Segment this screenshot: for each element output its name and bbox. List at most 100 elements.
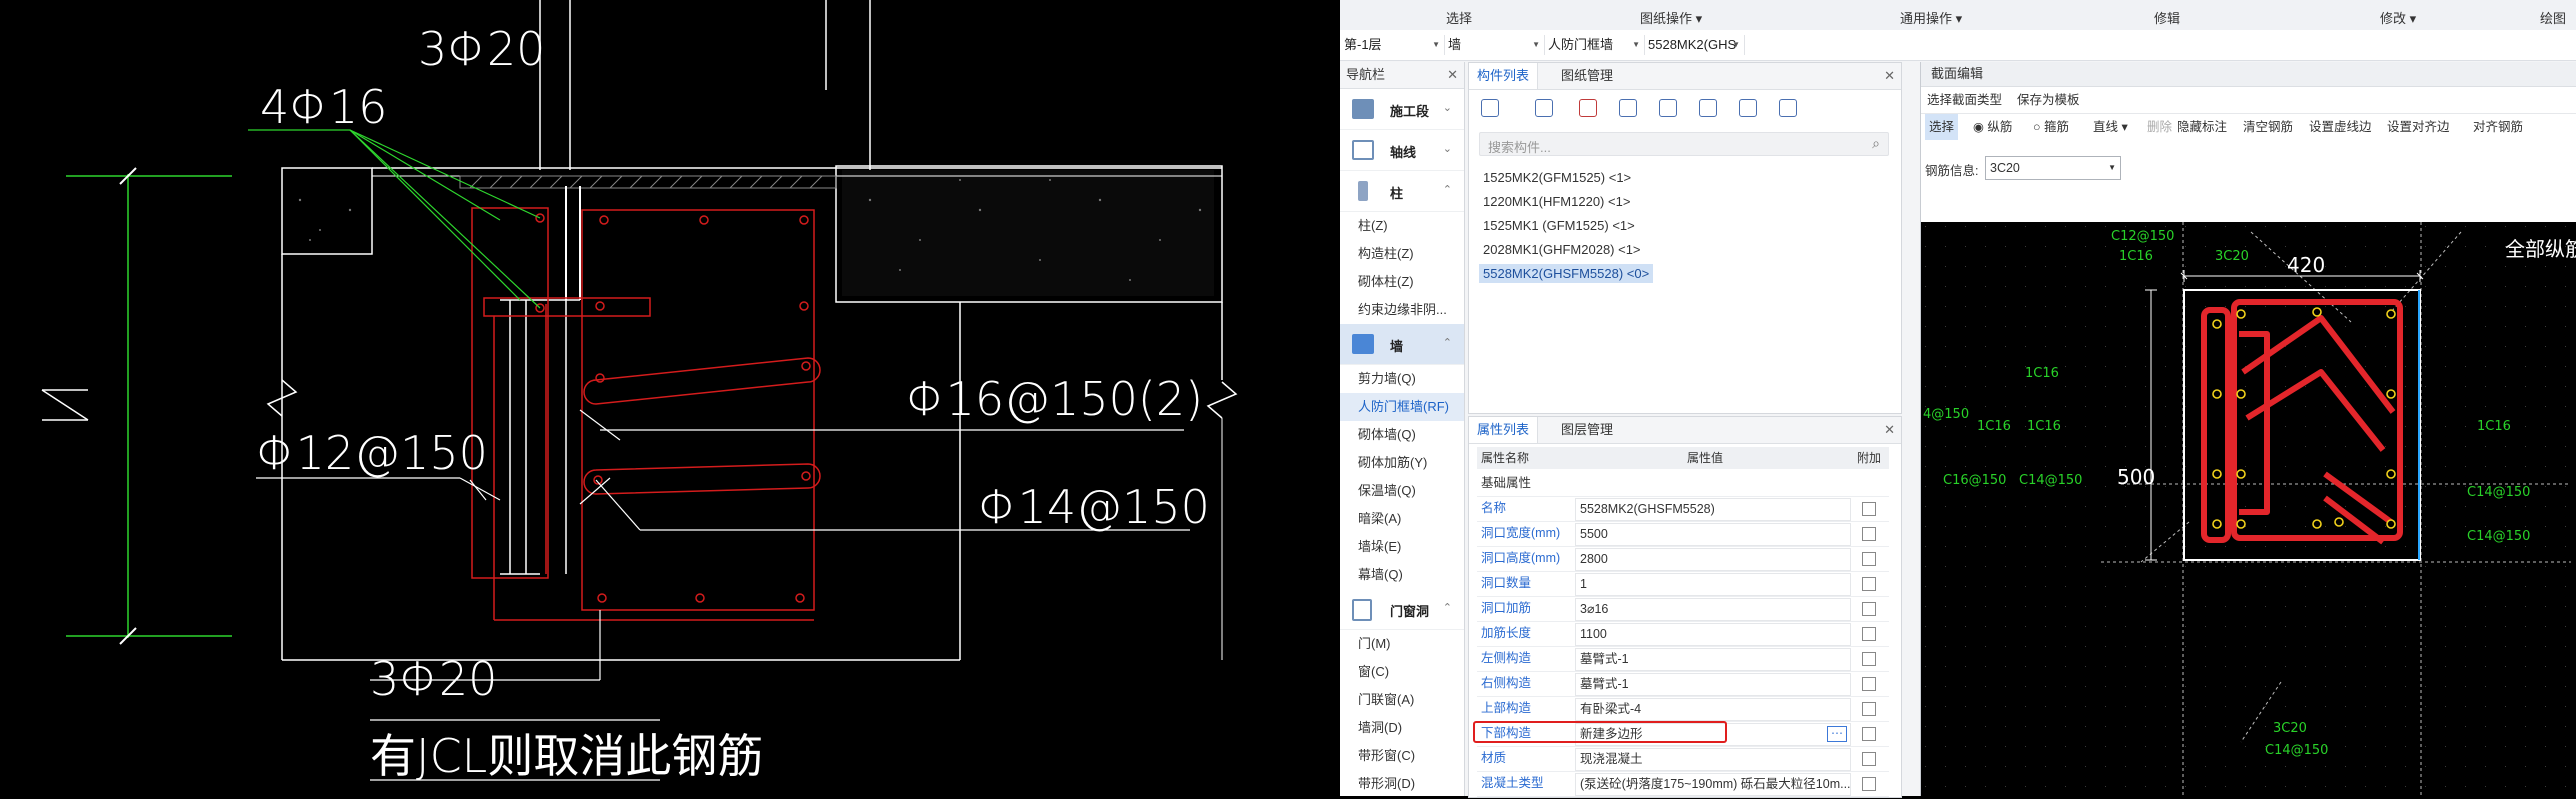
nav-group-construction-stage[interactable]: 施工段 ⌄: [1340, 89, 1464, 130]
nav-item-strip-window[interactable]: 带形窗(C): [1340, 742, 1464, 770]
nav-item-insulation-wall[interactable]: 保温墙(Q): [1340, 477, 1464, 505]
subtype-select[interactable]: 人防门框墙 ▼: [1544, 35, 1645, 55]
save-as-template-button[interactable]: 保存为模板: [2017, 87, 2080, 113]
property-row[interactable]: 材质 现浇混凝土: [1477, 746, 1889, 772]
ribbon-draw[interactable]: 绘图: [2540, 8, 2566, 27]
attach-checkbox[interactable]: [1862, 752, 1876, 766]
set-align-edge-button[interactable]: 设置对齐边: [2387, 114, 2450, 140]
ribbon-drawing-ops[interactable]: 图纸操作 ▾: [1640, 8, 1702, 27]
property-row[interactable]: 下部构造 新建多边形 ⋯: [1473, 721, 1889, 747]
component-select[interactable]: 5528MK2(GHS ▼: [1644, 35, 1745, 55]
property-value-field[interactable]: 现浇混凝土: [1575, 748, 1851, 771]
property-row[interactable]: 右侧构造 墓臂式-1: [1477, 671, 1889, 697]
align-rebar-button[interactable]: 对齐钢筋: [2473, 114, 2523, 140]
property-value-field[interactable]: 5500: [1575, 523, 1851, 546]
cad-drawing-area[interactable]: 3Φ20 4Φ16 Φ16@150(2) Φ12@150 Φ14@150 3Φ2…: [0, 0, 1340, 796]
property-row[interactable]: 加筋长度 1100: [1477, 621, 1889, 647]
property-value-field[interactable]: 墓臂式-1: [1575, 648, 1851, 671]
rebar-info-select[interactable]: 3C20 ▼: [1985, 156, 2121, 180]
list-item[interactable]: 2028MK1(GHFM2028) <1>: [1479, 238, 1889, 262]
duplicate-floor-icon[interactable]: [1619, 99, 1637, 117]
close-icon[interactable]: ✕: [1884, 68, 1895, 84]
nav-item-masonry-wall[interactable]: 砌体墙(Q): [1340, 421, 1464, 449]
attach-checkbox[interactable]: [1862, 652, 1876, 666]
property-row[interactable]: 洞口高度(mm) 2800: [1477, 546, 1889, 572]
line-tool-button[interactable]: 直线 ▾: [2093, 114, 2128, 140]
attach-checkbox[interactable]: [1862, 777, 1876, 791]
property-row[interactable]: 名称 5528MK2(GHSFM5528): [1477, 496, 1889, 522]
copy-component-icon[interactable]: [1535, 99, 1553, 117]
section-canvas[interactable]: C12@150 1C16 3C20 1C16 1C16 1C16 1C16 C1…: [1921, 222, 2576, 796]
nav-item-column[interactable]: 柱(Z): [1340, 212, 1464, 240]
property-value-field[interactable]: 3⌀16: [1575, 598, 1851, 621]
floor-select[interactable]: 第-1层 ▼: [1340, 35, 1445, 55]
floor-copy-icon[interactable]: [1659, 99, 1677, 117]
property-row[interactable]: 混凝土类型 (泵送砼(坍落度175~190mm) 砾石最大粒径10m...: [1477, 771, 1889, 797]
tab-property-list[interactable]: 属性列表: [1469, 417, 1539, 443]
property-value-field[interactable]: 墓臂式-1: [1575, 673, 1851, 696]
list-item-selected[interactable]: 5528MK2(GHSFM5528) <0>: [1479, 262, 1889, 286]
nav-item-door[interactable]: 门(M): [1340, 630, 1464, 658]
select-tool-button[interactable]: 选择: [1925, 114, 1959, 140]
nav-item-masonry-column[interactable]: 砌体柱(Z): [1340, 268, 1464, 296]
clear-rebar-button[interactable]: 清空钢筋: [2243, 114, 2293, 140]
property-value-field[interactable]: 1: [1575, 573, 1851, 596]
select-section-type-button[interactable]: 选择截面类型: [1927, 87, 2002, 113]
nav-group-column[interactable]: 柱 ⌃: [1340, 171, 1464, 212]
attach-checkbox[interactable]: [1862, 702, 1876, 716]
attach-checkbox[interactable]: [1862, 502, 1876, 516]
close-icon[interactable]: ✕: [1447, 62, 1458, 88]
type-select[interactable]: 墙 ▼: [1444, 35, 1545, 55]
property-row[interactable]: 左侧构造 墓臂式-1: [1477, 646, 1889, 672]
nav-item-constraint-edge[interactable]: 约束边缘非阴...: [1340, 296, 1464, 324]
tab-component-list[interactable]: 构件列表: [1469, 63, 1539, 89]
radio-stirrup[interactable]: ○ 箍筋: [2033, 114, 2069, 140]
property-row[interactable]: 上部构造 有卧梁式-4: [1477, 696, 1889, 722]
filter-icon[interactable]: [1739, 99, 1757, 117]
attach-checkbox[interactable]: [1862, 627, 1876, 641]
nav-item-curtain-wall[interactable]: 幕墙(Q): [1340, 561, 1464, 589]
property-section-basic[interactable]: 基础属性: [1477, 471, 1889, 497]
property-value-field[interactable]: 5528MK2(GHSFM5528): [1575, 498, 1851, 521]
ribbon-modify[interactable]: 修改 ▾: [2380, 8, 2416, 27]
nav-group-door-window[interactable]: 门窗洞 ⌃: [1340, 589, 1464, 630]
attach-checkbox[interactable]: [1862, 727, 1876, 741]
sort-icon[interactable]: [1779, 99, 1797, 117]
nav-group-wall[interactable]: 墙 ⌃: [1340, 324, 1464, 365]
nav-item-masonry-rebar[interactable]: 砌体加筋(Y): [1340, 449, 1464, 477]
nav-item-shear-wall[interactable]: 剪力墙(Q): [1340, 365, 1464, 393]
nav-item-hidden-beam[interactable]: 暗梁(A): [1340, 505, 1464, 533]
nav-item-door-window-combo[interactable]: 门联窗(A): [1340, 686, 1464, 714]
list-item[interactable]: 1525MK1 (GFM1525) <1>: [1479, 214, 1889, 238]
close-icon[interactable]: ✕: [1884, 422, 1895, 438]
attach-checkbox[interactable]: [1862, 552, 1876, 566]
delete-button[interactable]: 删除: [2147, 114, 2172, 140]
tab-layer-management[interactable]: 图层管理: [1553, 417, 1621, 443]
property-value-field[interactable]: 有卧梁式-4: [1575, 698, 1851, 721]
nav-item-wall-pier[interactable]: 墙垛(E): [1340, 533, 1464, 561]
nav-item-window[interactable]: 窗(C): [1340, 658, 1464, 686]
property-value-field[interactable]: (泵送砼(坍落度175~190mm) 砾石最大粒径10m...: [1575, 773, 1851, 796]
ribbon-select[interactable]: 选择: [1446, 8, 1472, 27]
nav-item-strip-opening[interactable]: 带形洞(D): [1340, 770, 1464, 798]
tab-drawing-management[interactable]: 图纸管理: [1553, 63, 1621, 89]
list-item[interactable]: 1220MK1(HFM1220) <1>: [1479, 190, 1889, 214]
new-component-icon[interactable]: [1481, 99, 1499, 117]
property-row[interactable]: 洞口数量 1: [1477, 571, 1889, 597]
nav-item-construct-column[interactable]: 构造柱(Z): [1340, 240, 1464, 268]
component-search-input[interactable]: 搜索构件... ⌕: [1479, 132, 1889, 156]
delete-component-icon[interactable]: [1579, 99, 1597, 117]
set-dashed-edge-button[interactable]: 设置虚线边: [2309, 114, 2372, 140]
radio-longitudinal[interactable]: ◉ 纵筋: [1973, 114, 2012, 140]
attach-checkbox[interactable]: [1862, 577, 1876, 591]
ribbon-edit[interactable]: 修辑: [2154, 8, 2180, 27]
attach-checkbox[interactable]: [1862, 527, 1876, 541]
list-icon[interactable]: [1699, 99, 1717, 117]
nav-group-axis[interactable]: 轴线 ⌄: [1340, 130, 1464, 171]
section-canvas-svg[interactable]: C12@150 1C16 3C20 1C16 1C16 1C16 1C16 C1…: [1921, 222, 2576, 796]
property-value-field[interactable]: 1100: [1575, 623, 1851, 646]
property-value-field[interactable]: 2800: [1575, 548, 1851, 571]
property-row[interactable]: 洞口加筋 3⌀16: [1477, 596, 1889, 622]
more-options-button[interactable]: ⋯: [1827, 726, 1847, 742]
property-row[interactable]: 洞口宽度(mm) 5500: [1477, 521, 1889, 547]
